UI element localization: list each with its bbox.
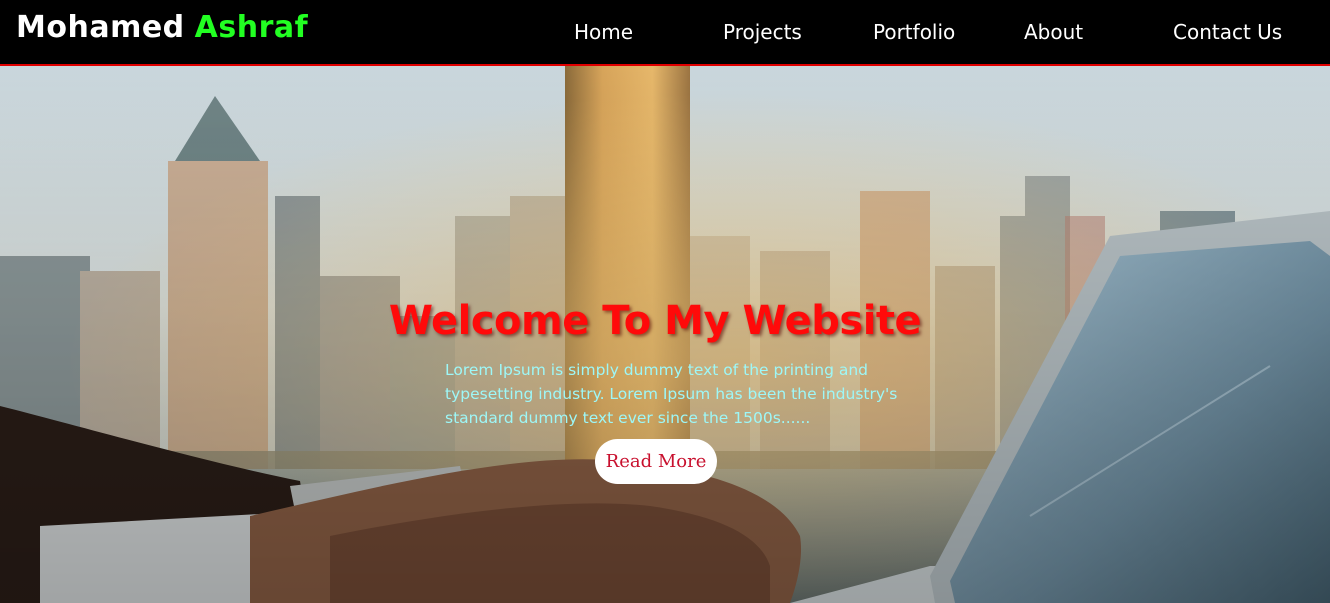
page: Mohamed Ashraf Home Projects Portfolio Ab… <box>0 0 1330 603</box>
brand-first-name: Mohamed <box>16 10 185 45</box>
nav-link-projects[interactable]: Projects <box>723 20 802 44</box>
read-more-button[interactable]: Read More <box>595 439 717 484</box>
nav-link-about[interactable]: About <box>1024 20 1083 44</box>
nav-link-home[interactable]: Home <box>574 20 633 44</box>
brand-logo[interactable]: Mohamed Ashraf <box>16 10 308 45</box>
hero-section: Welcome To My Website Lorem Ipsum is sim… <box>0 66 1330 603</box>
navbar: Mohamed Ashraf Home Projects Portfolio Ab… <box>0 0 1330 66</box>
hero-description: Lorem Ipsum is simply dummy text of the … <box>445 361 898 427</box>
hero-title: Welcome To My Website <box>388 297 922 344</box>
nav-link-contact-us[interactable]: Contact Us <box>1173 20 1282 44</box>
brand-last-name: Ashraf <box>194 10 309 45</box>
nav-link-portfolio[interactable]: Portfolio <box>873 20 955 44</box>
